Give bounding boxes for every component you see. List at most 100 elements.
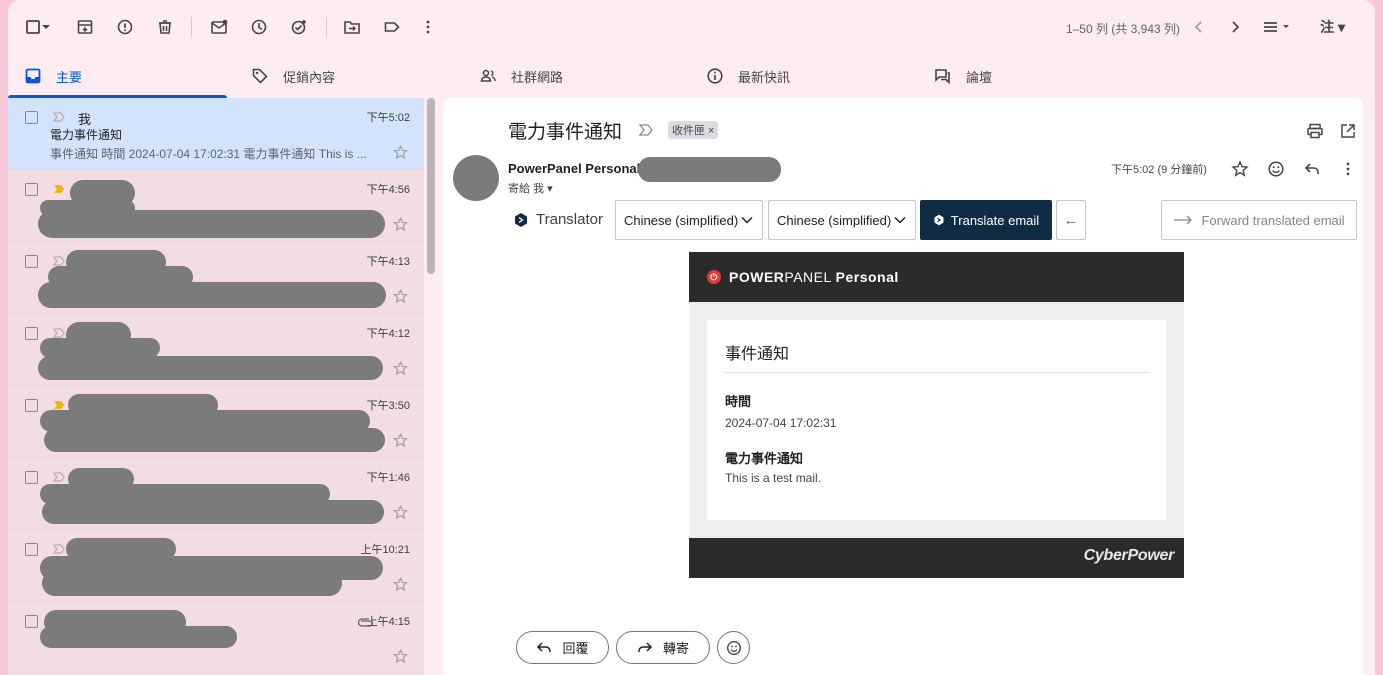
tab-forums-label: 論壇 xyxy=(966,69,993,85)
redacted-snippet xyxy=(42,500,384,524)
list-item[interactable]: 上午4:15 xyxy=(8,602,424,674)
chevron-down-icon xyxy=(894,216,906,224)
row-time: 下午5:02 xyxy=(366,112,410,124)
reply-icon[interactable] xyxy=(1303,160,1321,178)
move-to-icon[interactable] xyxy=(341,16,363,38)
open-new-window-icon[interactable] xyxy=(1339,122,1357,140)
snooze-icon[interactable] xyxy=(248,16,270,38)
archive-icon[interactable] xyxy=(74,16,96,38)
redacted-snippet xyxy=(38,356,383,380)
chevron-right-icon[interactable] xyxy=(1224,16,1246,38)
toolbar: 1–50 列 (共 3,943 列) 注 ▾ xyxy=(8,0,1375,54)
event-card: 事件通知 時間 2024-07-04 17:02:31 電力事件通知 This … xyxy=(707,320,1166,520)
back-arrow-button[interactable]: ← xyxy=(1056,200,1086,240)
row-checkbox[interactable] xyxy=(25,399,38,412)
brand-name: POWERPANEL Personal xyxy=(729,269,899,285)
event-label: 電力事件通知 xyxy=(725,451,804,466)
star-icon[interactable] xyxy=(393,649,408,664)
event-value: This is a test mail. xyxy=(725,471,822,485)
category-tabs: 主要 促銷內容 社群網路 最新快訊 論壇 xyxy=(8,54,1375,98)
label-icon[interactable] xyxy=(381,16,403,38)
more-vertical-icon[interactable] xyxy=(1339,160,1357,178)
importance-marker-icon[interactable] xyxy=(52,182,66,196)
redacted-snippet xyxy=(38,282,386,308)
target-language-value: Chinese (simplified) xyxy=(777,212,892,228)
reply-button[interactable]: 回覆 xyxy=(516,631,609,664)
delete-icon[interactable] xyxy=(154,16,176,38)
importance-marker-icon[interactable] xyxy=(638,123,654,137)
sender-name[interactable]: PowerPanel Personal xyxy=(508,161,640,176)
print-icon[interactable] xyxy=(1306,122,1324,140)
star-icon[interactable] xyxy=(1231,160,1249,178)
star-icon[interactable] xyxy=(393,505,408,520)
powerpanel-logo-icon: ⏻ xyxy=(707,270,721,284)
row-snippet: 事件通知 時間 2024-07-04 17:02:31 電力事件通知 This … xyxy=(50,147,367,161)
tab-promotions[interactable]: 促銷內容 xyxy=(235,54,335,98)
emoji-reaction-button[interactable] xyxy=(717,631,750,664)
input-tools-button[interactable]: 注 ▾ xyxy=(1320,17,1345,37)
emoji-reaction-icon[interactable] xyxy=(1267,160,1285,178)
reply-label: 回覆 xyxy=(562,641,589,656)
list-item[interactable]: 我 下午5:02 電力事件通知 事件通知 時間 2024-07-04 17:02… xyxy=(8,98,424,170)
redacted-snippet xyxy=(44,428,385,452)
forward-button[interactable]: 轉寄 xyxy=(616,631,710,664)
pagination-text: 1–50 列 (共 3,943 列) xyxy=(1065,22,1180,36)
row-time: 下午4:12 xyxy=(366,328,410,340)
importance-marker-icon[interactable] xyxy=(52,110,66,124)
row-checkbox[interactable] xyxy=(25,615,38,628)
emoji-icon xyxy=(726,640,741,655)
importance-marker-icon[interactable] xyxy=(52,470,66,484)
row-checkbox[interactable] xyxy=(25,111,38,124)
row-time: 上午10:21 xyxy=(360,544,410,556)
importance-marker-icon[interactable] xyxy=(52,542,66,556)
report-spam-icon[interactable] xyxy=(114,16,136,38)
list-item[interactable]: 下午1:46 xyxy=(8,458,424,530)
row-time: 下午3:50 xyxy=(366,400,410,412)
sender-avatar[interactable] xyxy=(453,155,499,201)
star-icon[interactable] xyxy=(393,361,408,376)
list-scrollbar[interactable] xyxy=(427,98,435,274)
row-checkbox[interactable] xyxy=(25,543,38,556)
reading-pane: 電力事件通知 收件匣 × PowerPanel Personal 寄給 我 ▾ … xyxy=(443,98,1363,675)
redacted-snippet xyxy=(38,210,385,238)
tab-primary[interactable]: 主要 xyxy=(8,54,227,98)
tab-forums[interactable]: 論壇 xyxy=(918,54,992,98)
recipient-details[interactable]: 寄給 我 ▾ xyxy=(508,180,553,196)
list-item[interactable]: 下午4:56 xyxy=(8,170,424,242)
star-icon[interactable] xyxy=(393,145,408,160)
star-icon[interactable] xyxy=(393,289,408,304)
row-checkbox[interactable] xyxy=(25,183,38,196)
translate-email-button[interactable]: Translate email xyxy=(920,200,1052,240)
list-item[interactable]: 上午10:21 xyxy=(8,530,424,602)
star-icon[interactable] xyxy=(393,217,408,232)
select-dropdown-icon[interactable] xyxy=(40,16,52,38)
source-language-value: Chinese (simplified) xyxy=(624,212,739,228)
mark-unread-icon[interactable] xyxy=(208,16,230,38)
email-list: 我 下午5:02 電力事件通知 事件通知 時間 2024-07-04 17:02… xyxy=(8,98,424,675)
star-icon[interactable] xyxy=(393,433,408,448)
list-item[interactable]: 下午3:50 xyxy=(8,386,424,458)
tab-social[interactable]: 社群網路 xyxy=(463,54,563,98)
list-item[interactable]: 下午4:13 xyxy=(8,242,424,314)
more-vertical-icon[interactable] xyxy=(417,16,439,38)
chevron-left-icon[interactable] xyxy=(1188,16,1210,38)
arrow-right-icon xyxy=(1174,215,1193,225)
inbox-label-chip[interactable]: 收件匣 × xyxy=(668,121,719,139)
redacted-snippet xyxy=(42,570,342,596)
redacted-subject xyxy=(40,338,160,358)
tab-updates[interactable]: 最新快訊 xyxy=(690,54,790,98)
row-time: 下午4:13 xyxy=(366,256,410,268)
list-item[interactable]: 下午4:12 xyxy=(8,314,424,386)
row-checkbox[interactable] xyxy=(25,255,38,268)
source-language-select[interactable]: Chinese (simplified) xyxy=(615,200,763,240)
forward-translated-label: Forward translated email xyxy=(1201,212,1345,228)
add-task-icon[interactable] xyxy=(288,16,310,38)
forward-translated-button[interactable]: Forward translated email xyxy=(1161,200,1357,240)
row-checkbox[interactable] xyxy=(25,327,38,340)
row-checkbox[interactable] xyxy=(25,471,38,484)
star-icon[interactable] xyxy=(393,577,408,592)
target-language-select[interactable]: Chinese (simplified) xyxy=(768,200,916,240)
density-icon[interactable] xyxy=(1260,16,1294,38)
attachment-icon xyxy=(358,618,374,627)
cyberpower-logo: CyberPower xyxy=(1083,547,1175,564)
